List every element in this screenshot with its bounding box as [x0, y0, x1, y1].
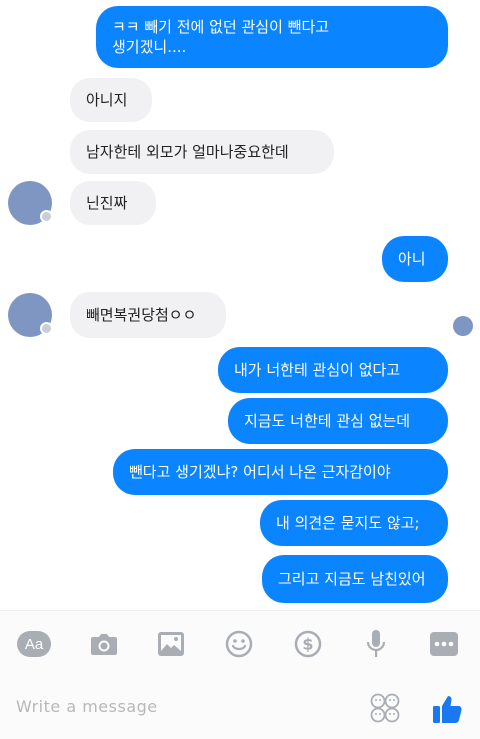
message-incoming[interactable]: 빼면복권당첨ㅇㅇ	[70, 292, 226, 338]
message-incoming[interactable]: 남자한테 외모가 얼마나중요한데	[70, 130, 334, 174]
microphone-icon[interactable]	[358, 627, 394, 661]
more-icon[interactable]	[426, 627, 462, 661]
seen-indicator	[453, 316, 473, 336]
message-outgoing[interactable]: 내가 너한테 관심이 없다고	[218, 347, 448, 393]
avatar[interactable]	[8, 293, 53, 337]
message-outgoing[interactable]: 그리고 지금도 남친있어	[262, 555, 448, 603]
camera-icon[interactable]	[86, 627, 122, 661]
message-incoming[interactable]: 닌진짜	[70, 181, 156, 225]
payment-icon[interactable]: $	[290, 627, 326, 661]
sticker-icon[interactable]	[370, 693, 400, 723]
message-outgoing[interactable]: ㅋㅋ 빼기 전에 없던 관심이 뺀다고 생기겠니....	[96, 6, 448, 68]
aa-label: Aa	[17, 631, 51, 657]
thumbs-up-icon[interactable]	[430, 691, 466, 727]
aa-icon[interactable]: Aa	[16, 627, 52, 661]
message-outgoing[interactable]: 지금도 너한테 관심 없는데	[228, 398, 448, 444]
svg-text:$: $	[302, 635, 313, 654]
message-outgoing[interactable]: 뺀다고 생기겠냐? 어디서 나온 근자감이야	[113, 449, 448, 495]
composer-bar: Aa $ Write a message	[0, 610, 480, 739]
message-outgoing[interactable]: 내 의견은 묻지도 않고;	[260, 500, 448, 546]
avatar[interactable]	[8, 181, 53, 225]
message-input[interactable]: Write a message	[16, 697, 158, 716]
emoji-icon[interactable]	[221, 627, 257, 661]
message-outgoing[interactable]: 아니	[382, 236, 448, 282]
image-icon[interactable]	[153, 627, 189, 661]
message-incoming[interactable]: 아니지	[70, 78, 152, 122]
